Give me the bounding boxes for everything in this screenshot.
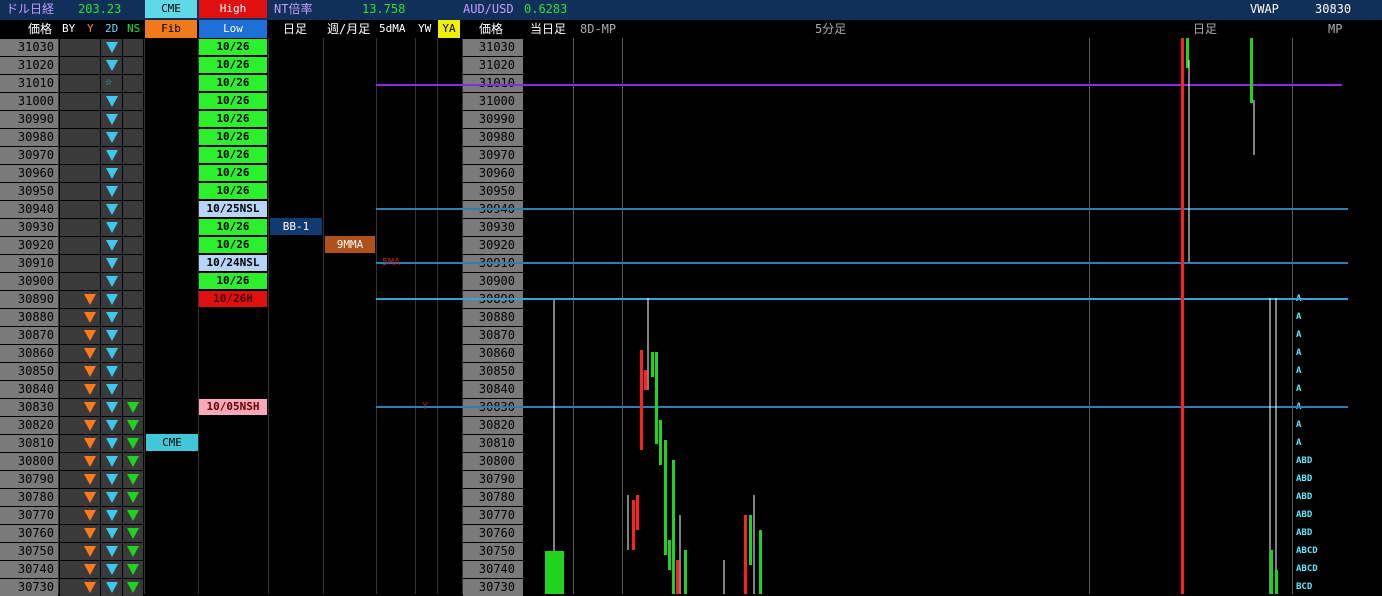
daily-candle-up <box>1250 38 1253 103</box>
chart-overlay <box>545 38 1278 594</box>
candle-down <box>636 495 639 530</box>
candle-up <box>664 440 667 555</box>
candle-up <box>749 515 752 565</box>
mp-bar <box>1270 550 1273 594</box>
today-daily-candle <box>545 551 564 594</box>
candle-up <box>655 352 658 444</box>
candle-up <box>684 550 687 594</box>
mp-bar <box>1275 570 1278 594</box>
candle-down <box>744 515 747 594</box>
daily-candle-down <box>1181 38 1184 594</box>
candle-up <box>759 530 762 594</box>
candle-down <box>640 350 643 450</box>
candle-up <box>668 540 671 570</box>
candle-up <box>672 460 675 594</box>
candle-down <box>632 500 635 550</box>
candle-down <box>676 560 679 594</box>
candle-up <box>651 352 654 377</box>
candle-down <box>644 370 647 390</box>
candle-up <box>659 420 662 465</box>
